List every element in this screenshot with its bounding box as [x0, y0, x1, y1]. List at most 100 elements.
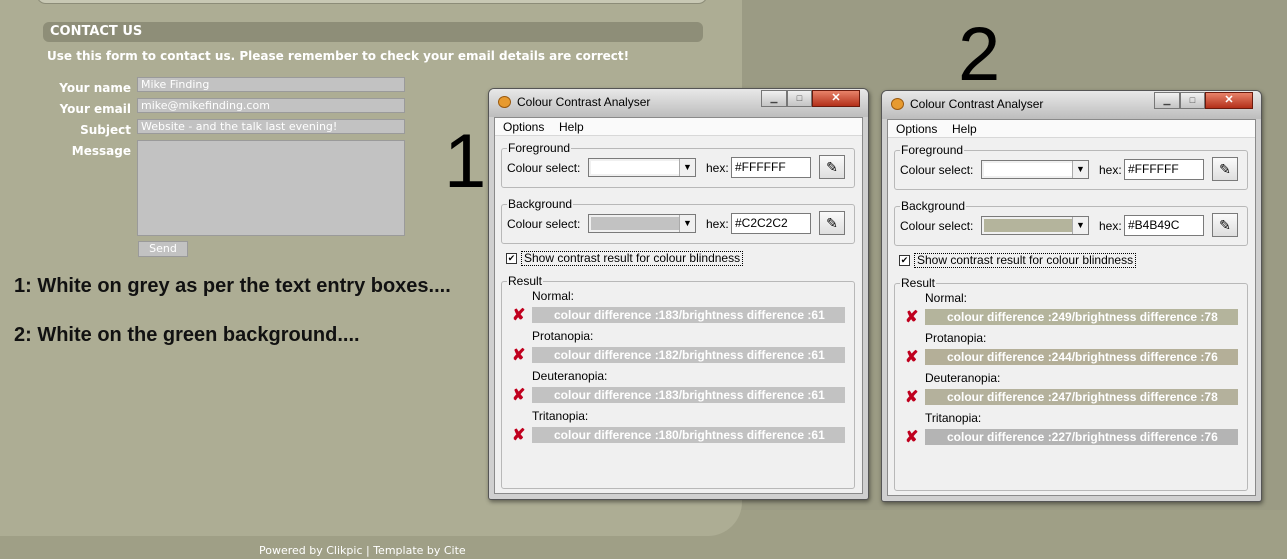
foreground-group: Foreground Colour select: ▼ hex: #FFFFFF… — [894, 143, 1248, 190]
eyedropper-icon: ✎ — [1219, 161, 1231, 177]
foreground-legend: Foreground — [507, 141, 572, 155]
fail-cross-icon: ✘ — [512, 347, 526, 364]
menu-bar: Options Help — [888, 120, 1255, 138]
window-title: Colour Contrast Analyser — [910, 97, 1044, 111]
name-label: Your name — [59, 81, 131, 95]
top-bar — [36, 0, 708, 4]
bg-colour-select[interactable]: ▼ — [588, 214, 696, 233]
menu-help[interactable]: Help — [559, 120, 584, 134]
fg-hex-input[interactable]: #FFFFFF — [1124, 159, 1204, 180]
bg-colour-swatch — [984, 219, 1072, 232]
bg-hex-label: hex: — [706, 217, 729, 231]
email-field[interactable]: mike@mikefinding.com — [137, 98, 405, 113]
colour-blindness-checkbox[interactable]: ✔ — [506, 253, 517, 264]
bg-eyedropper-button[interactable]: ✎ — [1212, 213, 1238, 237]
result-legend: Result — [507, 274, 544, 288]
result-bar-protanopia: colour difference :182/brightness differ… — [532, 347, 845, 363]
close-button[interactable]: ✕ — [1205, 92, 1253, 109]
chevron-down-icon: ▼ — [1072, 217, 1088, 234]
bg-hex-label: hex: — [1099, 219, 1122, 233]
title-bar[interactable]: Colour Contrast Analyser ▁ □ ✕ — [882, 91, 1261, 119]
bg-colour-select[interactable]: ▼ — [981, 216, 1089, 235]
fail-cross-icon: ✘ — [512, 387, 526, 404]
fg-select-label: Colour select: — [507, 161, 581, 175]
fg-colour-swatch — [591, 161, 679, 174]
bg-eyedropper-button[interactable]: ✎ — [819, 211, 845, 235]
eyedropper-icon: ✎ — [1219, 217, 1231, 233]
fail-cross-icon: ✘ — [905, 389, 919, 406]
colour-blindness-checkbox[interactable]: ✔ — [899, 255, 910, 266]
fail-cross-icon: ✘ — [512, 307, 526, 324]
fail-cross-icon: ✘ — [905, 349, 919, 366]
fg-colour-select[interactable]: ▼ — [981, 160, 1089, 179]
fg-hex-input[interactable]: #FFFFFF — [731, 157, 811, 178]
menu-bar: Options Help — [495, 118, 862, 136]
eyedropper-icon: ✎ — [826, 215, 838, 231]
result-name-normal: Normal: — [925, 291, 968, 305]
result-legend: Result — [900, 276, 937, 290]
bg-colour-swatch — [591, 217, 679, 230]
menu-help[interactable]: Help — [952, 122, 977, 136]
result-name-deuteranopia: Deuteranopia: — [925, 371, 1001, 385]
result-name-deuteranopia: Deuteranopia: — [532, 369, 608, 383]
maximize-button[interactable]: □ — [787, 90, 812, 107]
fail-cross-icon: ✘ — [512, 427, 526, 444]
name-field[interactable]: Mike Finding — [137, 77, 405, 92]
analyser-window-1: Colour Contrast Analyser ▁ □ ✕ Options H… — [488, 88, 869, 500]
result-name-protanopia: Protanopia: — [532, 329, 594, 343]
title-bar[interactable]: Colour Contrast Analyser ▁ □ ✕ — [489, 89, 868, 117]
send-button[interactable]: Send — [138, 241, 188, 257]
result-bar-normal: colour difference :183/brightness differ… — [532, 307, 845, 323]
note-1: 1: White on grey as per the text entry b… — [14, 275, 451, 297]
foreground-group: Foreground Colour select: ▼ hex: #FFFFFF… — [501, 141, 855, 188]
subject-label: Subject — [80, 123, 131, 137]
chevron-down-icon: ▼ — [1072, 161, 1088, 178]
background-legend: Background — [507, 197, 574, 211]
bg-hex-input[interactable]: #C2C2C2 — [731, 213, 811, 234]
result-name-protanopia: Protanopia: — [925, 331, 987, 345]
result-bar-normal: colour difference :249/brightness differ… — [925, 309, 1238, 325]
colour-blindness-label[interactable]: Show contrast result for colour blindnes… — [914, 253, 1137, 268]
bg-select-label: Colour select: — [507, 217, 581, 231]
message-field[interactable] — [137, 140, 405, 236]
colour-blindness-label[interactable]: Show contrast result for colour blindnes… — [521, 251, 744, 266]
minimize-button[interactable]: ▁ — [761, 90, 787, 107]
result-name-normal: Normal: — [532, 289, 575, 303]
background-group: Background Colour select: ▼ hex: #C2C2C2… — [501, 197, 855, 244]
window-title: Colour Contrast Analyser — [517, 95, 651, 109]
subject-field[interactable]: Website - and the talk last evening! — [137, 119, 405, 134]
result-name-tritanopia: Tritanopia: — [532, 409, 589, 423]
palette-icon — [891, 98, 904, 110]
fg-select-label: Colour select: — [900, 163, 974, 177]
fg-hex-label: hex: — [1099, 163, 1122, 177]
chevron-down-icon: ▼ — [679, 159, 695, 176]
message-label: Message — [71, 144, 131, 158]
close-button[interactable]: ✕ — [812, 90, 860, 107]
result-bar-deuteranopia: colour difference :247/brightness differ… — [925, 389, 1238, 405]
window-client: Options Help Foreground Colour select: ▼… — [494, 117, 863, 494]
result-bar-deuteranopia: colour difference :183/brightness differ… — [532, 387, 845, 403]
fg-eyedropper-button[interactable]: ✎ — [819, 155, 845, 179]
menu-options[interactable]: Options — [896, 122, 937, 136]
fg-colour-swatch — [984, 163, 1072, 176]
maximize-button[interactable]: □ — [1180, 92, 1205, 109]
analyser-window-2: Colour Contrast Analyser ▁ □ ✕ Options H… — [881, 90, 1262, 502]
fg-colour-select[interactable]: ▼ — [588, 158, 696, 177]
fg-hex-label: hex: — [706, 161, 729, 175]
foreground-legend: Foreground — [900, 143, 965, 157]
background-legend: Background — [900, 199, 967, 213]
bg-hex-input[interactable]: #B4B49C — [1124, 215, 1204, 236]
minimize-button[interactable]: ▁ — [1154, 92, 1180, 109]
menu-options[interactable]: Options — [503, 120, 544, 134]
result-bar-tritanopia: colour difference :180/brightness differ… — [532, 427, 845, 443]
result-group: Result Normal: ✘ colour difference :183/… — [501, 274, 855, 489]
fg-eyedropper-button[interactable]: ✎ — [1212, 157, 1238, 181]
palette-icon — [498, 96, 511, 108]
bg-select-label: Colour select: — [900, 219, 974, 233]
marker-1: 1 — [444, 119, 487, 204]
contact-header: CONTACT US — [43, 22, 703, 42]
email-label: Your email — [59, 102, 131, 116]
marker-2: 2 — [958, 12, 1001, 97]
footer-credits: Powered by Clikpic | Template by Cite — [259, 544, 466, 557]
background-group: Background Colour select: ▼ hex: #B4B49C… — [894, 199, 1248, 246]
